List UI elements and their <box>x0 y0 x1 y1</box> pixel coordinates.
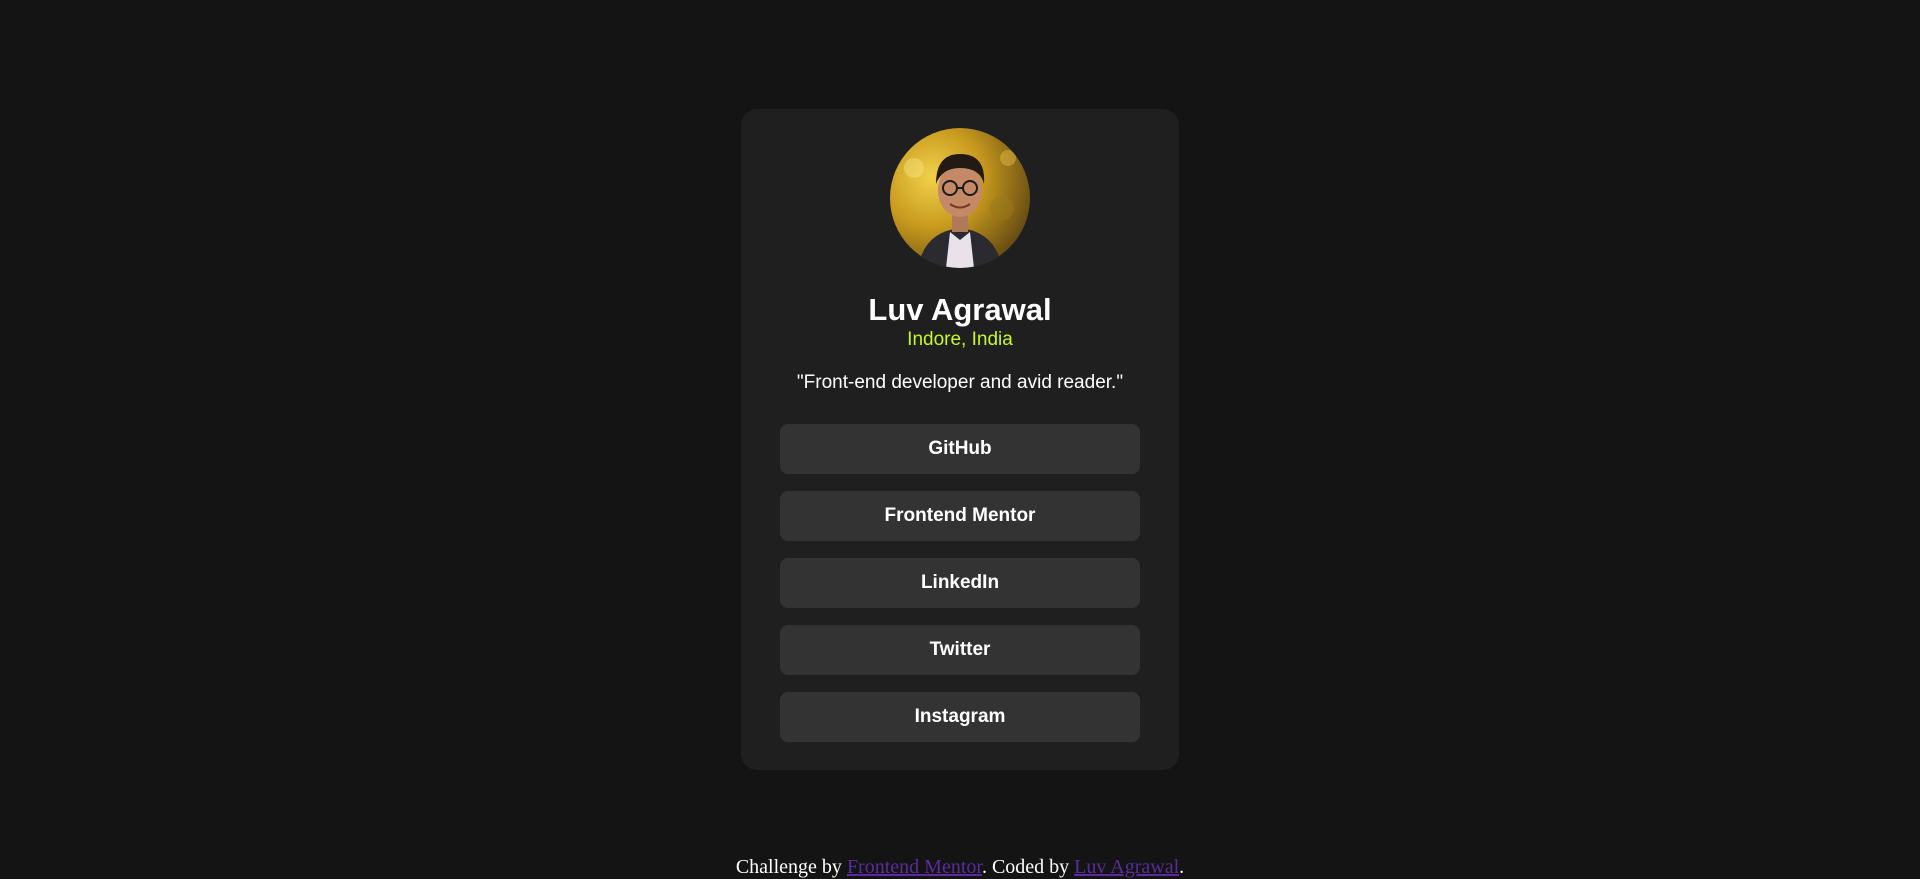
linkedin-link-button[interactable]: LinkedIn <box>780 558 1140 608</box>
list-item: GitHub <box>780 424 1140 474</box>
instagram-link-button[interactable]: Instagram <box>780 692 1140 742</box>
profile-name: Luv Agrawal <box>868 292 1052 327</box>
list-item: Instagram <box>780 692 1140 742</box>
list-item: Twitter <box>780 625 1140 675</box>
attribution: Challenge by Frontend Mentor. Coded by L… <box>0 856 1920 878</box>
list-item: LinkedIn <box>780 558 1140 608</box>
twitter-link-button[interactable]: Twitter <box>780 625 1140 675</box>
attribution-middle: . Coded by <box>981 856 1075 878</box>
attribution-suffix: . <box>1179 856 1185 878</box>
profile-bio: "Front-end developer and avid reader." <box>796 372 1124 393</box>
profile-card: Luv Agrawal Indore, India "Front-end dev… <box>741 109 1179 770</box>
author-attribution-link[interactable]: Luv Agrawal <box>1074 856 1179 878</box>
frontend-mentor-attribution-link[interactable]: Frontend Mentor <box>847 856 982 878</box>
attribution-prefix: Challenge by <box>735 856 847 878</box>
github-link-button[interactable]: GitHub <box>780 424 1140 474</box>
frontend-mentor-link-button[interactable]: Frontend Mentor <box>780 491 1140 541</box>
avatar <box>890 128 1030 268</box>
page: Luv Agrawal Indore, India "Front-end dev… <box>0 0 1920 879</box>
avatar-photo <box>890 128 1030 268</box>
list-item: Frontend Mentor <box>780 491 1140 541</box>
social-links-list: GitHub Frontend Mentor LinkedIn Twitter … <box>780 424 1140 759</box>
profile-location: Indore, India <box>907 329 1013 350</box>
